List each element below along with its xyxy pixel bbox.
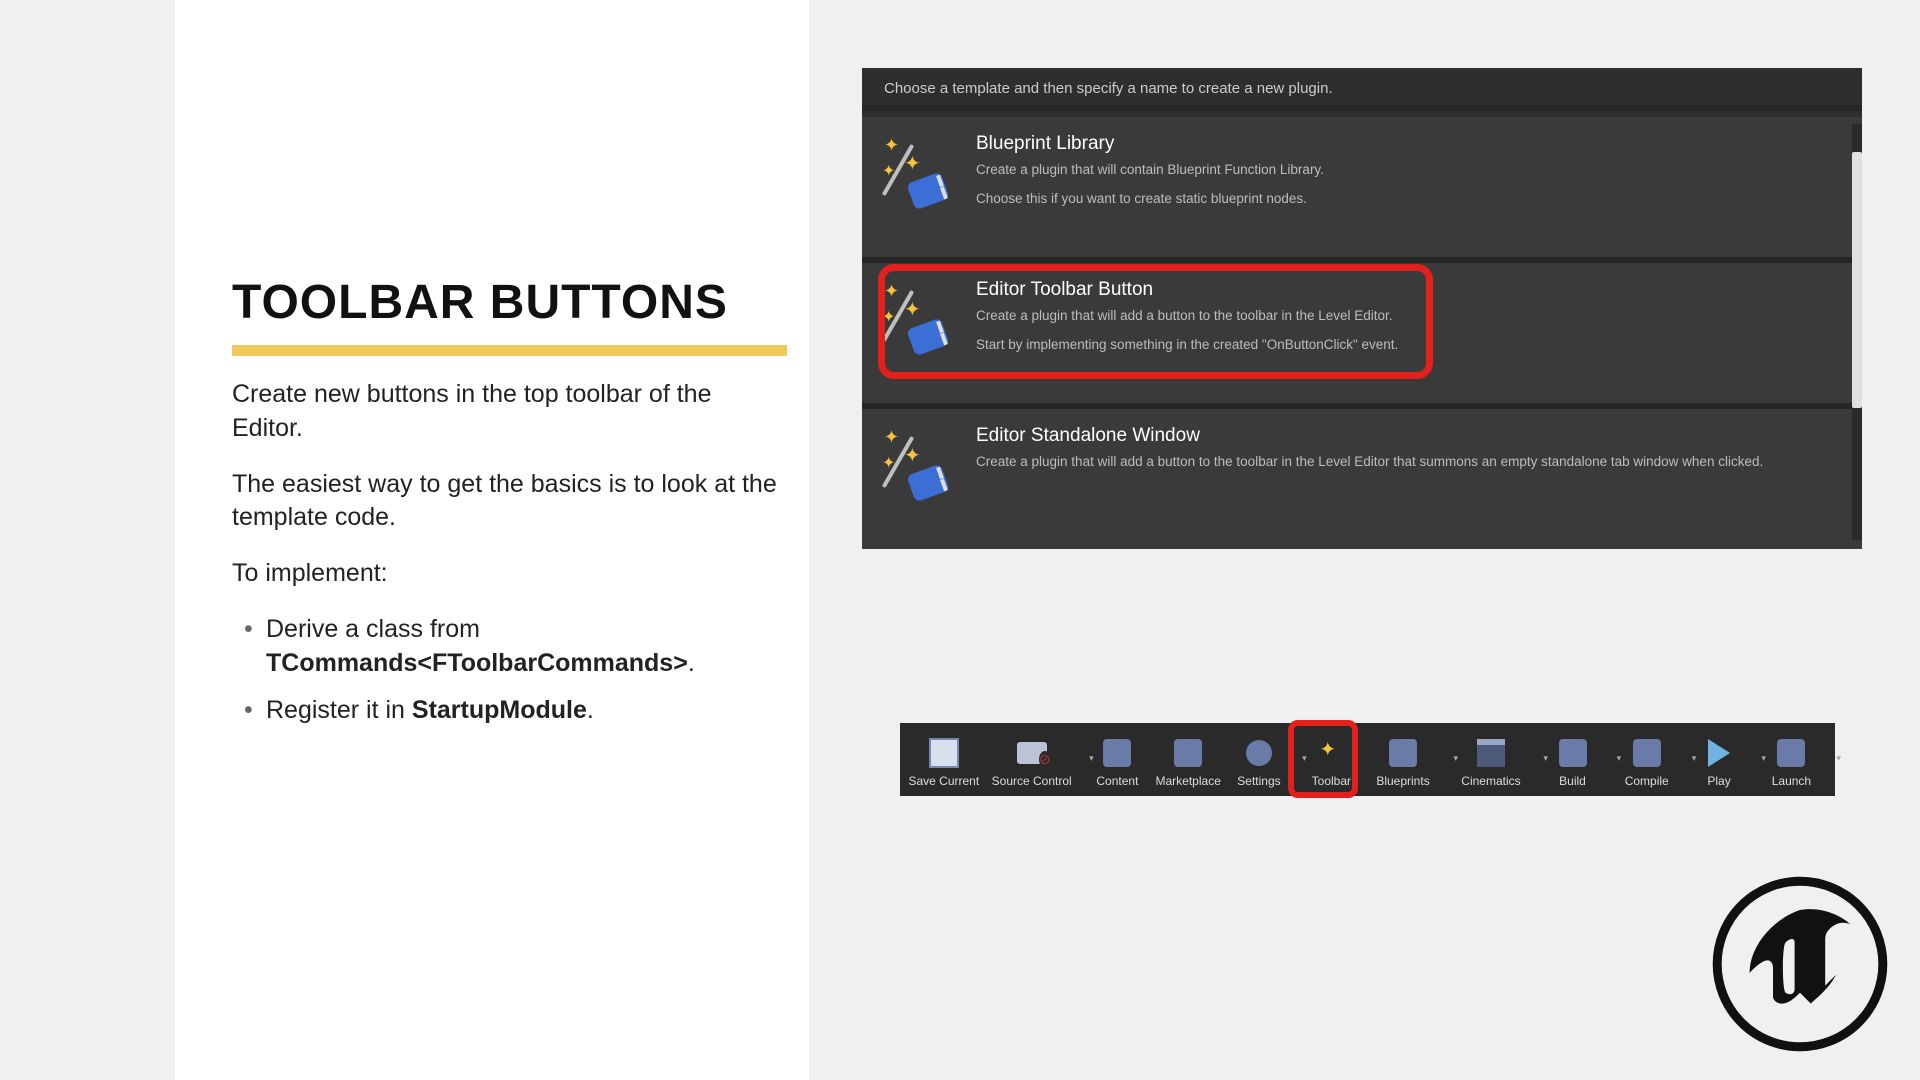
launch-icon bbox=[1774, 736, 1808, 770]
body-p3: To implement: bbox=[232, 557, 787, 591]
title-underline bbox=[232, 345, 787, 356]
toolbar-compile[interactable]: Compile ▾ bbox=[1613, 725, 1688, 794]
plugin-template-panel: Choose a template and then specify a nam… bbox=[862, 68, 1862, 546]
folder-icon bbox=[1015, 736, 1049, 770]
build-icon bbox=[1556, 736, 1590, 770]
plugin-row-title: Editor Standalone Window bbox=[976, 425, 1852, 447]
wand-plug-icon: ✦✦✦ bbox=[876, 137, 962, 223]
plugin-row-desc: Create a plugin that will add a button t… bbox=[976, 453, 1852, 472]
blueprints-icon bbox=[1386, 736, 1420, 770]
wand-plug-icon: ✦✦✦ bbox=[876, 429, 962, 515]
editor-toolbar: Save Current Source Control ▾ Content Ma… bbox=[900, 723, 1835, 796]
plugin-row-editor-standalone-window[interactable]: ✦✦✦ Editor Standalone Window Create a pl… bbox=[862, 409, 1862, 549]
toolbar-label: Play bbox=[1707, 774, 1730, 788]
plugin-row-title: Editor Toolbar Button bbox=[976, 279, 1852, 301]
plugin-list-scrollbar[interactable] bbox=[1852, 124, 1862, 540]
body-p2: The easiest way to get the basics is to … bbox=[232, 468, 787, 536]
plugin-row-text: Editor Standalone Window Create a plugin… bbox=[976, 423, 1852, 472]
toolbar-label: Blueprints bbox=[1376, 774, 1429, 788]
plugin-panel-header: Choose a template and then specify a nam… bbox=[862, 68, 1862, 105]
toolbar-settings[interactable]: Settings ▾ bbox=[1227, 725, 1298, 794]
gear-icon bbox=[1242, 736, 1276, 770]
toolbar-label: Build bbox=[1559, 774, 1586, 788]
plugin-row-editor-toolbar-button[interactable]: ✦✦✦ Editor Toolbar Button Create a plugi… bbox=[862, 263, 1862, 409]
body-li2: Register it in StartupModule. bbox=[266, 694, 787, 728]
plugin-row-desc: Create a plugin that will add a button t… bbox=[976, 307, 1852, 355]
body-p1: Create new buttons in the top toolbar of… bbox=[232, 378, 787, 446]
plugin-row-desc: Create a plugin that will contain Bluepr… bbox=[976, 161, 1852, 209]
toolbar-source-control[interactable]: Source Control ▾ bbox=[986, 725, 1086, 794]
toolbar-launch[interactable]: Launch ▾ bbox=[1758, 725, 1833, 794]
plugin-row-text: Blueprint Library Create a plugin that w… bbox=[976, 131, 1852, 209]
toolbar-label: Cinematics bbox=[1461, 774, 1520, 788]
slide-text-panel: TOOLBAR BUTTONS Create new buttons in th… bbox=[175, 0, 809, 1080]
wand-plug-icon: ✦✦✦ bbox=[876, 283, 962, 369]
plugin-row-title: Blueprint Library bbox=[976, 133, 1852, 155]
compile-icon bbox=[1630, 736, 1664, 770]
toolbar-label: Content bbox=[1096, 774, 1138, 788]
play-icon bbox=[1702, 736, 1736, 770]
slide-body: Create new buttons in the top toolbar of… bbox=[232, 378, 787, 742]
toolbar-label: Source Control bbox=[992, 774, 1072, 788]
toolbar-save-current[interactable]: Save Current bbox=[902, 725, 986, 794]
toolbar-label: Settings bbox=[1237, 774, 1280, 788]
unreal-engine-logo-icon bbox=[1710, 874, 1890, 1054]
toolbar-cinematics[interactable]: Cinematics ▾ bbox=[1450, 725, 1540, 794]
plugin-row-text: Editor Toolbar Button Create a plugin th… bbox=[976, 277, 1852, 355]
toolbar-label: Launch bbox=[1772, 774, 1811, 788]
toolbar-custom-toolbar-button[interactable]: Toolbar bbox=[1299, 725, 1364, 794]
toolbar-label: Compile bbox=[1625, 774, 1669, 788]
toolbar-label: Marketplace bbox=[1156, 774, 1221, 788]
save-icon bbox=[927, 736, 961, 770]
slide-title: TOOLBAR BUTTONS bbox=[232, 275, 728, 330]
toolbar-marketplace[interactable]: Marketplace bbox=[1149, 725, 1227, 794]
divider bbox=[862, 105, 1862, 111]
toolbar-label: Save Current bbox=[908, 774, 979, 788]
toolbar-blueprints[interactable]: Blueprints ▾ bbox=[1364, 725, 1450, 794]
marketplace-icon bbox=[1171, 736, 1205, 770]
toolbar-content[interactable]: Content bbox=[1086, 725, 1149, 794]
wand-icon bbox=[1314, 736, 1348, 770]
plugin-template-list: ✦✦✦ Blueprint Library Create a plugin th… bbox=[862, 117, 1862, 549]
plugin-row-blueprint-library[interactable]: ✦✦✦ Blueprint Library Create a plugin th… bbox=[862, 117, 1862, 263]
toolbar-play[interactable]: Play ▾ bbox=[1688, 725, 1758, 794]
content-icon bbox=[1100, 736, 1134, 770]
body-li1: Derive a class from TCommands<FToolbarCo… bbox=[266, 613, 787, 681]
scrollbar-thumb[interactable] bbox=[1852, 152, 1862, 408]
chevron-down-icon: ▾ bbox=[1836, 753, 1841, 764]
clapperboard-icon bbox=[1474, 736, 1508, 770]
toolbar-label: Toolbar bbox=[1312, 774, 1351, 788]
toolbar-build[interactable]: Build ▾ bbox=[1540, 725, 1613, 794]
